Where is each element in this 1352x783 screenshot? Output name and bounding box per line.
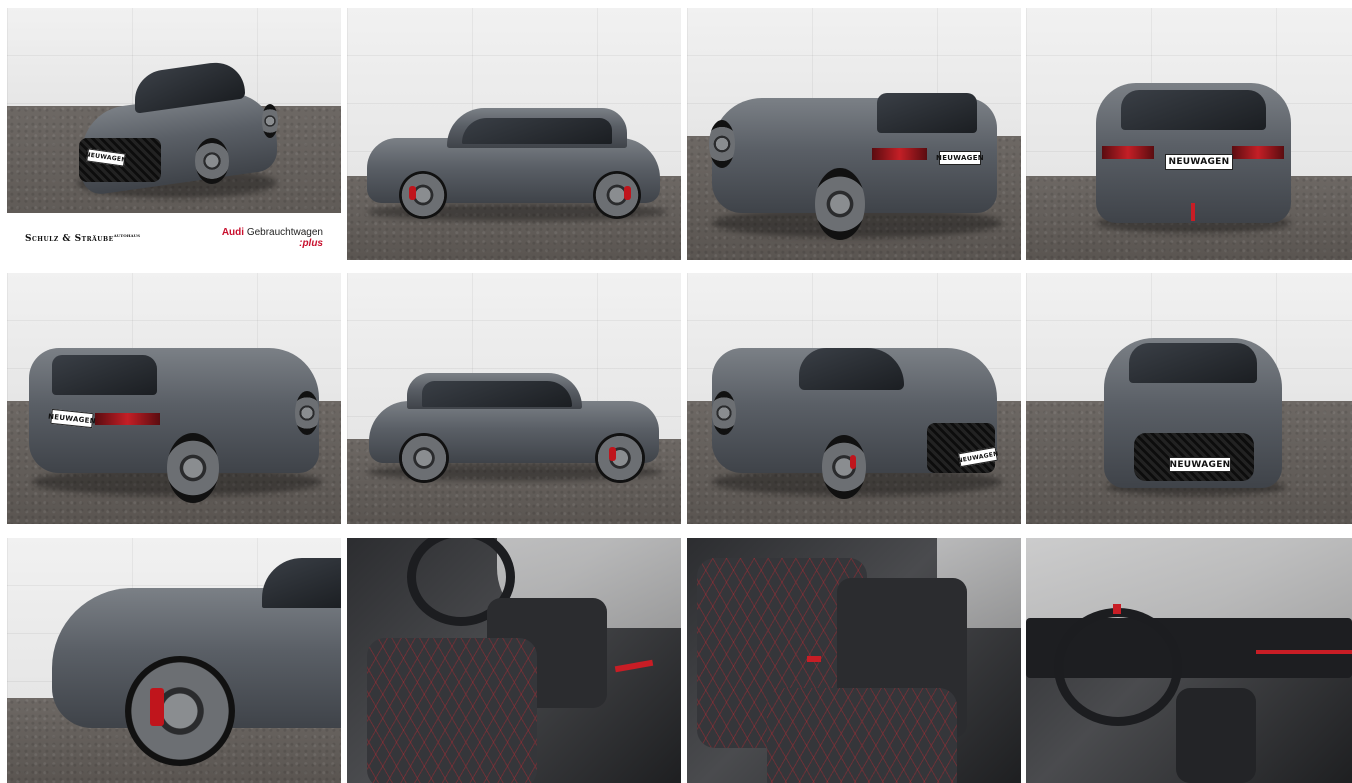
car-wheel [815, 168, 865, 240]
gallery-photo-7[interactable]: NEUWAGEN [687, 273, 1021, 524]
car-side-windows [462, 118, 612, 144]
tail-light [872, 148, 927, 160]
car-wheel [399, 171, 447, 219]
gallery-photo-4[interactable]: NEUWAGEN [1026, 8, 1352, 260]
dashboard-red-accent [1256, 650, 1352, 654]
program-suffix: :plus [299, 238, 323, 249]
car-windshield [1129, 343, 1257, 383]
gallery-photo-3[interactable]: NEUWAGEN [687, 8, 1021, 260]
car-rear-window [52, 355, 157, 395]
gallery-photo-2[interactable] [347, 8, 681, 260]
brake-caliper [609, 447, 616, 461]
car-rear-window [877, 93, 977, 133]
car-wheel [595, 433, 645, 483]
car-wheel [295, 391, 319, 435]
car-rear-window [1121, 90, 1266, 130]
gallery-photo-5[interactable]: NEUWAGEN [7, 273, 341, 524]
program-logo: Audi Gebrauchtwagen :plus [222, 227, 323, 249]
car-wheel [167, 433, 219, 503]
diffuser-accent [1191, 203, 1195, 221]
tail-light [1232, 146, 1284, 159]
dealer-suffix: AUTOHAUS [113, 233, 140, 238]
car-wheel [712, 391, 736, 435]
brake-caliper [624, 186, 631, 200]
license-plate: NEUWAGEN [936, 151, 984, 165]
rear-seat-cushion [767, 688, 957, 783]
driver-seat [367, 638, 537, 783]
gallery-photo-12[interactable] [1026, 538, 1352, 783]
program-name: Gebrauchtwagen [246, 227, 323, 238]
license-plate: NEUWAGEN [1165, 154, 1233, 170]
gallery-photo-11[interactable] [687, 538, 1021, 783]
gallery-photo-6[interactable] [347, 273, 681, 524]
license-plate: NEUWAGEN [1169, 457, 1231, 472]
steering-red-marker [1113, 604, 1121, 614]
tail-light [95, 413, 160, 425]
seat-belt-accent [807, 656, 821, 662]
car-wheel [195, 138, 229, 184]
car-wheel [399, 433, 449, 483]
car-side-windows [422, 381, 572, 407]
gallery-photo-8[interactable]: NEUWAGEN [1026, 273, 1352, 524]
windshield-view [1026, 538, 1352, 623]
car-wheel [262, 104, 278, 138]
dealer-logo: Schulz & SträubeAUTOHAUS [25, 233, 140, 244]
steering-wheel [1054, 608, 1182, 726]
car-wheel [125, 656, 235, 766]
center-console [1176, 688, 1256, 783]
car-windshield [799, 348, 904, 390]
dealer-banner: Schulz & SträubeAUTOHAUS Audi Gebrauchtw… [7, 213, 341, 260]
dealer-name: Schulz & Sträube [25, 234, 114, 244]
gallery-photo-10[interactable] [347, 538, 681, 783]
car-wheel [593, 171, 641, 219]
brand-name: Audi [221, 227, 245, 238]
brake-caliper [850, 455, 856, 469]
car-wheel [709, 120, 735, 168]
car-wheel [822, 435, 866, 499]
tail-light [1102, 146, 1154, 159]
brake-caliper [150, 688, 164, 726]
gallery-photo-1[interactable]: NEUWAGEN Schulz & SträubeAUTOHAUS Audi G… [7, 8, 341, 260]
gallery-photo-9[interactable] [7, 538, 341, 783]
brake-caliper [409, 186, 416, 200]
photo-gallery: NEUWAGEN Schulz & SträubeAUTOHAUS Audi G… [0, 0, 1352, 783]
